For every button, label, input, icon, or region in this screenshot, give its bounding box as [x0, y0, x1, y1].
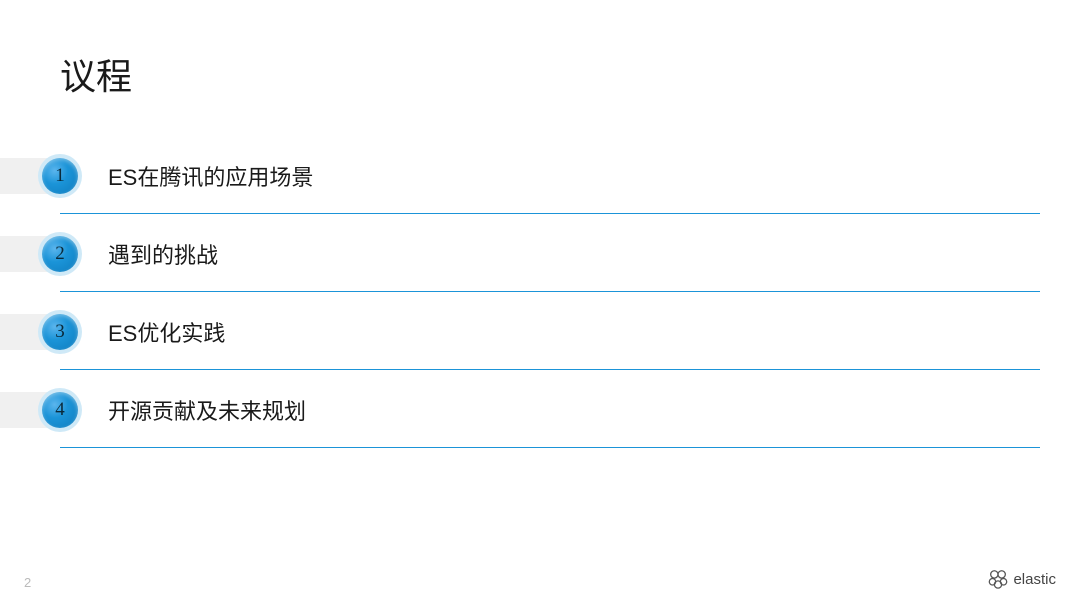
- agenda-text: ES在腾讯的应用场景: [108, 160, 313, 192]
- agenda-item: 3 ES优化实践: [0, 314, 1080, 350]
- brand-text: elastic: [1013, 571, 1056, 588]
- agenda-item: 2 遇到的挑战: [0, 236, 1080, 272]
- agenda-item: 4 开源贡献及未来规划: [0, 392, 1080, 428]
- agenda-text: ES优化实践: [108, 316, 225, 348]
- agenda-text: 遇到的挑战: [108, 238, 218, 270]
- agenda-bullet: 1: [42, 158, 78, 194]
- agenda-item: 1 ES在腾讯的应用场景: [0, 158, 1080, 194]
- agenda-bullet: 2: [42, 236, 78, 272]
- elastic-logo-icon: [987, 568, 1009, 590]
- agenda-underline: [60, 447, 1040, 448]
- agenda-underline: [60, 369, 1040, 370]
- agenda-bullet: 3: [42, 314, 78, 350]
- agenda-list: 1 ES在腾讯的应用场景 2 遇到的挑战 3 ES优化实践 4 开源贡献及未来规…: [0, 158, 1080, 470]
- agenda-bullet: 4: [42, 392, 78, 428]
- agenda-text: 开源贡献及未来规划: [108, 394, 306, 426]
- slide-title: 议程: [60, 48, 132, 100]
- agenda-underline: [60, 213, 1040, 214]
- agenda-underline: [60, 291, 1040, 292]
- brand-container: elastic: [987, 568, 1056, 590]
- page-number: 2: [24, 575, 31, 590]
